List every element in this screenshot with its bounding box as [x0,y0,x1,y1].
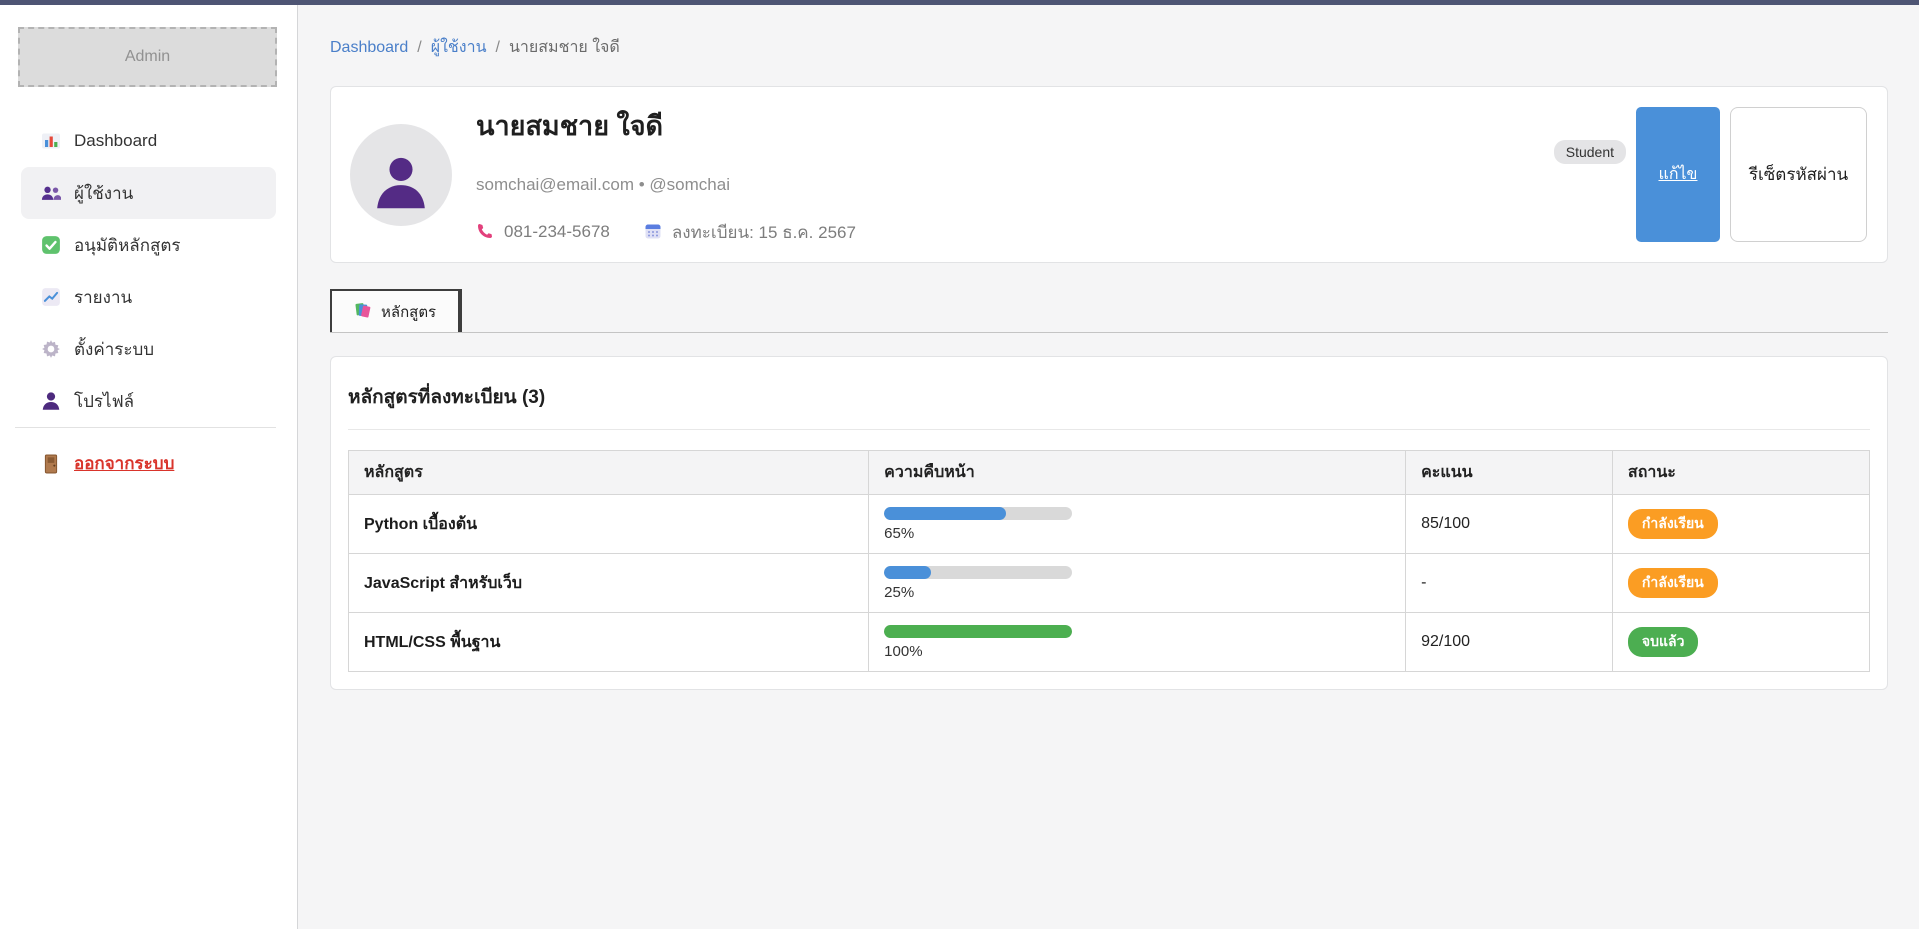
breadcrumb-separator: / [417,39,421,57]
logout-button[interactable]: ออกจากระบบ [21,450,276,477]
courses-card: หลักสูตรที่ลงทะเบียน (3) หลักสูตร ความคื… [330,356,1888,690]
edit-button[interactable]: แก้ไข [1636,107,1720,242]
breadcrumb-separator: / [496,39,500,57]
chart-up-icon [41,287,61,307]
reset-password-button[interactable]: รีเซ็ตรหัสผ่าน [1730,107,1867,242]
sidebar-item-label: อนุมัติหลักสูตร [74,232,181,259]
course-name: JavaScript สำหรับเว็บ [364,575,522,592]
progress-label: 65% [884,525,1405,542]
sidebar-item-label: ผู้ใช้งาน [74,180,133,207]
sidebar-item-label: โปรไฟล์ [74,388,134,415]
books-icon [354,301,372,323]
progress-fill [884,507,1006,520]
sidebar-item-approve-courses[interactable]: อนุมัติหลักสูตร [21,219,276,271]
course-score: 92/100 [1421,633,1470,650]
bar-chart-icon [41,131,61,151]
profile-email: somchai@email.com • @somchai [476,175,1554,195]
progress-bar [884,625,1072,638]
admin-logo-box: Admin [18,27,277,87]
sidebar: Admin Dashboard ผู้ใช้งาน อนุมัติหลักสูต… [0,5,298,929]
door-icon [41,454,61,474]
sidebar-item-reports[interactable]: รายงาน [21,271,276,323]
sidebar-item-label: รายงาน [74,284,132,311]
table-row: Python เบื้องต้น 65% 85/100 กำลังเรียน [349,495,1870,554]
app-root: Admin Dashboard ผู้ใช้งาน อนุมัติหลักสูต… [0,5,1919,929]
tab-bar: หลักสูตร [330,289,1888,333]
avatar [350,124,452,226]
course-score: - [1421,574,1426,591]
courses-table: หลักสูตร ความคืบหน้า คะแนน สถานะ Python … [348,450,1870,672]
profile-info: นายสมชาย ใจดี somchai@email.com • @somch… [476,104,1554,246]
profile-meta: 081-234-5678 ลงทะเบียน: 15 ธ.ค. 2567 [476,219,1554,246]
gear-icon [41,339,61,359]
status-badge: จบแล้ว [1628,627,1699,657]
progress-label: 100% [884,643,1405,660]
person-icon [373,154,429,210]
table-row: HTML/CSS พื้นฐาน 100% 92/100 จบแล้ว [349,613,1870,672]
course-name: Python เบื้องต้น [364,516,477,533]
sidebar-item-dashboard[interactable]: Dashboard [21,115,276,167]
progress-bar [884,566,1072,579]
main-content: Dashboard / ผู้ใช้งาน / นายสมชาย ใจดี นา… [298,5,1919,929]
courses-title: หลักสูตรที่ลงทะเบียน (3) [348,357,1870,412]
sidebar-item-label: ตั้งค่าระบบ [74,336,154,363]
profile-card: นายสมชาย ใจดี somchai@email.com • @somch… [330,86,1888,263]
course-name: HTML/CSS พื้นฐาน [364,634,500,651]
phone-icon [476,222,494,242]
header-status: สถานะ [1612,451,1869,495]
header-score: คะแนน [1406,451,1613,495]
sidebar-item-profile[interactable]: โปรไฟล์ [21,375,276,427]
sidebar-item-users[interactable]: ผู้ใช้งาน [21,167,276,219]
header-progress: ความคืบหน้า [869,451,1406,495]
check-icon [41,235,61,255]
breadcrumb: Dashboard / ผู้ใช้งาน / นายสมชาย ใจดี [330,35,1888,60]
tab-courses[interactable]: หลักสูตร [330,289,462,332]
breadcrumb-current: นายสมชาย ใจดี [509,35,620,60]
breadcrumb-users[interactable]: ผู้ใช้งาน [431,35,487,60]
users-icon [41,183,61,203]
courses-divider [348,429,1870,430]
status-badge: กำลังเรียน [1628,509,1718,539]
status-badge: กำลังเรียน [1628,568,1718,598]
tab-label: หลักสูตร [381,300,436,324]
admin-logo-label: Admin [125,48,170,66]
sidebar-item-settings[interactable]: ตั้งค่าระบบ [21,323,276,375]
table-header-row: หลักสูตร ความคืบหน้า คะแนน สถานะ [349,451,1870,495]
progress-bar [884,507,1072,520]
profile-name: นายสมชาย ใจดี [476,104,1554,147]
course-score: 85/100 [1421,515,1470,532]
person-icon [41,391,61,411]
sidebar-item-label: Dashboard [74,131,157,151]
progress-fill [884,566,931,579]
profile-phone: 081-234-5678 [504,222,610,242]
sidebar-divider [15,427,276,428]
logout-label: ออกจากระบบ [74,450,174,477]
progress-label: 25% [884,584,1405,601]
calendar-icon [644,222,662,242]
progress-fill [884,625,1072,638]
profile-actions: Student แก้ไข รีเซ็ตรหัสผ่าน [1554,107,1867,242]
role-badge: Student [1554,140,1626,164]
profile-registered: ลงทะเบียน: 15 ธ.ค. 2567 [672,219,856,246]
breadcrumb-dashboard[interactable]: Dashboard [330,39,408,57]
header-course: หลักสูตร [349,451,869,495]
table-row: JavaScript สำหรับเว็บ 25% - กำลังเรียน [349,554,1870,613]
